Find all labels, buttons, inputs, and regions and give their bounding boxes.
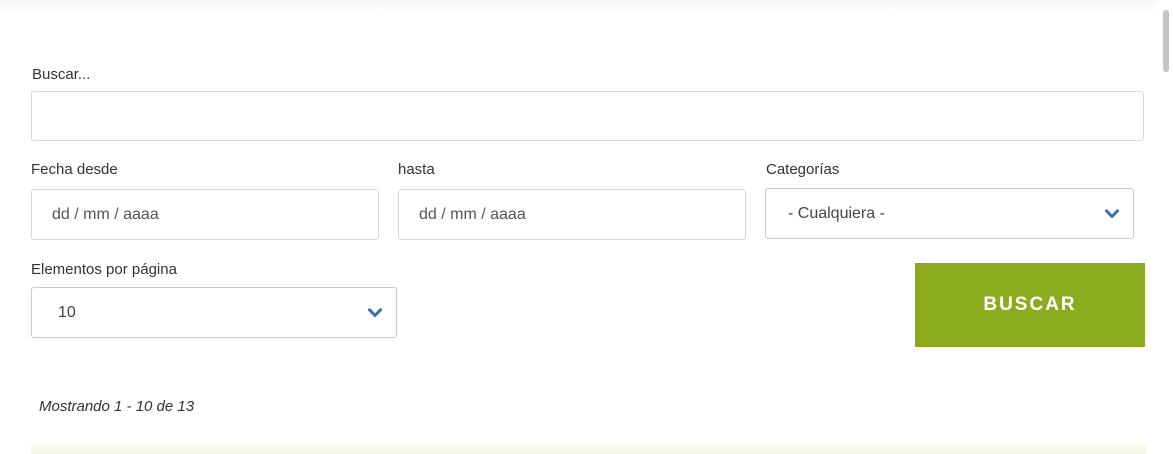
- scrollbar-thumb[interactable]: [1163, 10, 1169, 72]
- per-page-label: Elementos por página: [31, 261, 177, 278]
- results-divider: [31, 444, 1146, 454]
- categories-select[interactable]: - Cualquiera -: [765, 188, 1134, 239]
- top-shadow: [0, 0, 1160, 14]
- per-page-selected-value: 10: [58, 303, 76, 321]
- per-page-select[interactable]: 10: [31, 287, 397, 338]
- search-label: Buscar...: [32, 66, 91, 83]
- search-input[interactable]: [31, 91, 1144, 141]
- date-to-label: hasta: [398, 161, 435, 178]
- date-from-label: Fecha desde: [31, 161, 118, 178]
- chevron-down-icon: [368, 307, 382, 317]
- scrollbar[interactable]: [1159, 0, 1173, 454]
- categories-label: Categorías: [766, 161, 840, 178]
- chevron-down-icon: [1105, 208, 1119, 218]
- date-to-input[interactable]: dd / mm / aaaa: [398, 189, 746, 240]
- search-form-page: Buscar... Fecha desde dd / mm / aaaa has…: [0, 0, 1173, 454]
- results-summary: Mostrando 1 - 10 de 13: [39, 398, 195, 415]
- search-button[interactable]: BUSCAR: [915, 263, 1145, 347]
- categories-selected-value: - Cualquiera -: [788, 204, 885, 222]
- date-from-input[interactable]: dd / mm / aaaa: [31, 189, 379, 240]
